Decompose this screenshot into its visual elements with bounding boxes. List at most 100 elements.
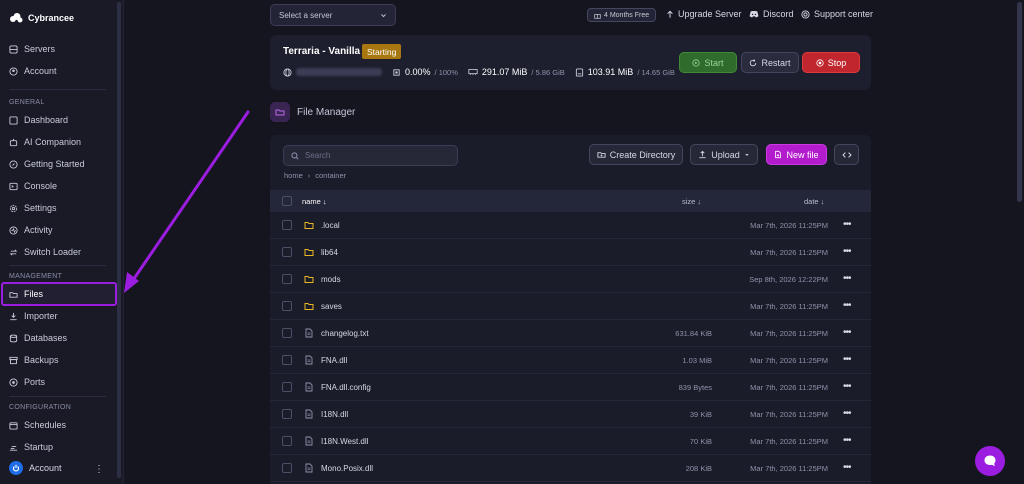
sidebar-item-account[interactable]: Account <box>9 64 57 78</box>
table-row[interactable]: saves Mar 7th, 2026 11:25PM ••• <box>270 293 871 320</box>
table-row[interactable]: changelog.txt 631.84 KiB Mar 7th, 2026 11:… <box>270 320 871 347</box>
start-button[interactable]: Start <box>679 52 737 73</box>
search-box[interactable] <box>283 145 458 166</box>
upgrade-server-link[interactable]: Upgrade Server <box>666 9 742 19</box>
file-name[interactable]: lib64 <box>321 248 338 257</box>
brand[interactable]: Cybrancee <box>9 12 74 24</box>
file-name[interactable]: mods <box>321 275 341 284</box>
file-name[interactable]: Mono.Posix.dll <box>321 464 373 473</box>
brand-name: Cybrancee <box>28 13 75 23</box>
more-actions-icon[interactable]: ••• <box>843 381 851 392</box>
sidebar-item-switch-loader[interactable]: Switch Loader <box>9 245 81 259</box>
sidebar-item-schedules[interactable]: Schedules <box>9 418 66 432</box>
new-file-button[interactable]: New file <box>766 144 827 165</box>
select-all-checkbox[interactable] <box>282 196 292 206</box>
more-actions-icon[interactable]: ••• <box>843 219 851 230</box>
stop-button[interactable]: Stop <box>802 52 860 73</box>
archive-icon <box>9 356 18 364</box>
section-title-configuration: CONFIGURATION <box>9 404 72 411</box>
table-row[interactable]: mods Sep 8th, 2026 12:22PM ••• <box>270 266 871 293</box>
more-actions-icon[interactable]: ••• <box>843 300 851 311</box>
row-checkbox[interactable] <box>282 301 292 311</box>
code-view-button[interactable] <box>834 144 859 165</box>
memory-icon <box>468 69 478 75</box>
more-actions-icon[interactable]: ••• <box>843 273 851 284</box>
kebab-menu-icon[interactable]: ⋮ <box>94 464 104 475</box>
new-file-label: New file <box>786 149 819 160</box>
row-checkbox[interactable] <box>282 274 292 284</box>
divider <box>9 265 106 266</box>
more-actions-icon[interactable]: ••• <box>843 408 851 419</box>
more-actions-icon[interactable]: ••• <box>843 354 851 365</box>
more-actions-icon[interactable]: ••• <box>843 435 851 446</box>
sidebar-item-startup[interactable]: Startup <box>9 440 53 454</box>
file-date: Mar 7th, 2026 11:25PM <box>750 383 828 392</box>
table-row[interactable]: lib64 Mar 7th, 2026 11:25PM ••• <box>270 239 871 266</box>
sidebar-item-databases[interactable]: Databases <box>9 331 67 345</box>
row-checkbox[interactable] <box>282 355 292 365</box>
table-row[interactable]: I18N.dll 39 KiB Mar 7th, 2026 11:25PM ••• <box>270 401 871 428</box>
row-checkbox[interactable] <box>282 436 292 446</box>
file-name[interactable]: .local <box>321 221 340 230</box>
more-actions-icon[interactable]: ••• <box>843 462 851 473</box>
file-name[interactable]: I18N.West.dll <box>321 437 368 446</box>
row-checkbox[interactable] <box>282 247 292 257</box>
sidebar-scrollbar[interactable] <box>117 2 121 478</box>
breadcrumb-home[interactable]: home <box>284 171 303 180</box>
promo-badge[interactable]: 4 Months Free <box>587 8 657 22</box>
chat-button[interactable] <box>975 446 1005 476</box>
table-row[interactable]: Mono.Posix.dll 208 KiB Mar 7th, 2026 11:25… <box>270 455 871 482</box>
file-date: Mar 7th, 2026 11:25PM <box>750 437 828 446</box>
search-input[interactable] <box>305 151 445 160</box>
upload-button[interactable]: Upload <box>690 144 758 165</box>
row-checkbox[interactable] <box>282 463 292 473</box>
avatar <box>9 461 23 475</box>
sidebar-item-getting-started[interactable]: Getting Started <box>9 157 85 171</box>
table-row[interactable]: I18N.West.dll 70 KiB Mar 7th, 2026 11:25PM… <box>270 428 871 455</box>
support-center-link[interactable]: Support center <box>801 9 873 19</box>
restart-icon <box>750 59 757 66</box>
row-checkbox[interactable] <box>282 409 292 419</box>
table-row[interactable]: .local Mar 7th, 2026 11:25PM ••• <box>270 212 871 239</box>
sidebar-item-importer[interactable]: Importer <box>9 309 58 323</box>
column-header-name[interactable]: name ↓ <box>302 197 327 206</box>
globe-icon <box>283 67 292 77</box>
sidebar-item-ai-companion[interactable]: AI Companion <box>9 135 81 149</box>
column-header-size[interactable]: size ↓ <box>682 197 701 206</box>
file-name[interactable]: FNA.dll.config <box>321 383 371 392</box>
file-name[interactable]: saves <box>321 302 342 311</box>
sidebar-item-activity[interactable]: Activity <box>9 223 53 237</box>
column-header-date[interactable]: date ↓ <box>804 197 824 206</box>
table-row[interactable]: FNA.dll 1.03 MiB Mar 7th, 2026 11:25PM ••• <box>270 347 871 374</box>
section-title-general: GENERAL <box>9 99 45 106</box>
sidebar-item-backups[interactable]: Backups <box>9 353 59 367</box>
row-checkbox[interactable] <box>282 220 292 230</box>
restart-button[interactable]: Restart <box>741 52 799 73</box>
sidebar-item-files[interactable]: Files <box>9 287 43 301</box>
page-scrollbar[interactable] <box>1017 2 1022 202</box>
sidebar-item-console[interactable]: Console <box>9 179 57 193</box>
sidebar-item-label: Settings <box>24 203 57 213</box>
folder-icon <box>304 301 314 311</box>
sidebar-item-ports[interactable]: Ports <box>9 375 45 389</box>
sidebar-item-servers[interactable]: Servers <box>9 42 55 56</box>
sidebar-item-dashboard[interactable]: Dashboard <box>9 113 68 127</box>
file-name[interactable]: changelog.txt <box>321 329 369 338</box>
row-checkbox[interactable] <box>282 328 292 338</box>
file-name[interactable]: I18N.dll <box>321 410 348 419</box>
discord-link[interactable]: Discord <box>749 9 794 19</box>
sidebar-item-label: Ports <box>24 377 46 387</box>
more-actions-icon[interactable]: ••• <box>843 327 851 338</box>
file-name[interactable]: FNA.dll <box>321 356 347 365</box>
support-center-label: Support center <box>814 9 874 19</box>
table-row[interactable]: FNA.dll.config 839 Bytes Mar 7th, 2026 11:… <box>270 374 871 401</box>
sidebar-item-settings[interactable]: Settings <box>9 201 57 215</box>
more-actions-icon[interactable]: ••• <box>843 246 851 257</box>
sidebar-item-label: Files <box>24 289 44 299</box>
row-checkbox[interactable] <box>282 382 292 392</box>
memory-limit: / 5.86 GiB <box>531 67 565 77</box>
account-footer[interactable]: Account <box>9 461 62 475</box>
server-select[interactable]: Select a server <box>270 4 396 26</box>
breadcrumb-container[interactable]: container <box>315 171 346 180</box>
create-directory-button[interactable]: Create Directory <box>589 144 683 165</box>
